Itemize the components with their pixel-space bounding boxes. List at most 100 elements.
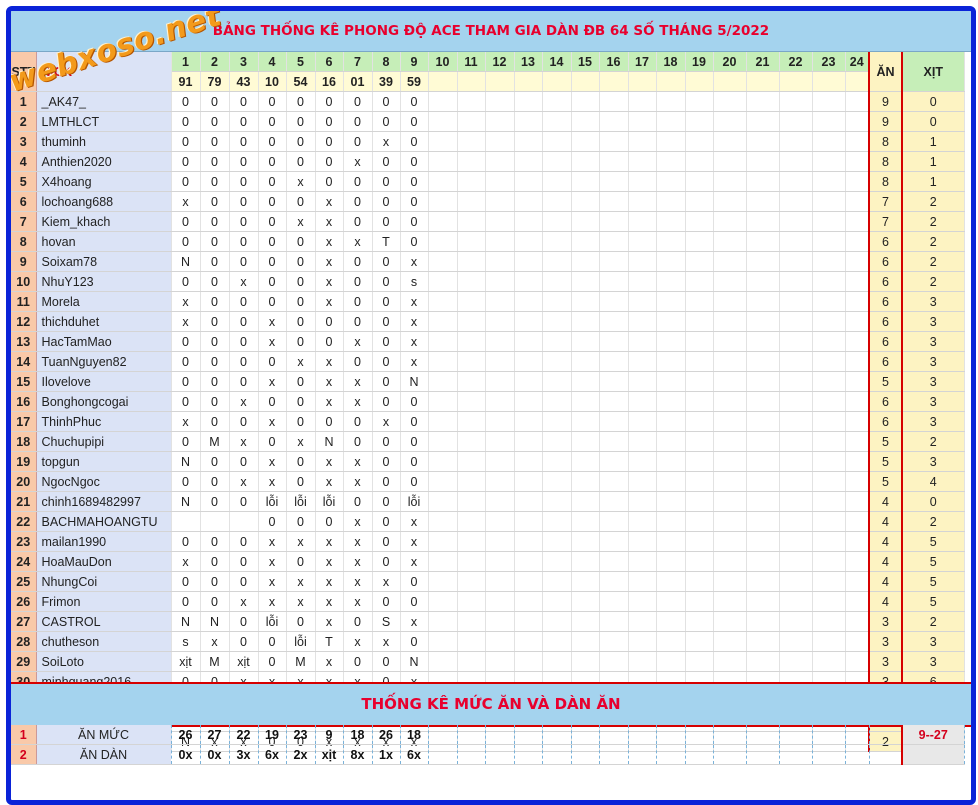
day-cell [746,151,780,172]
day-cell [514,451,543,472]
row-xit: 3 [901,391,965,412]
day-cell [713,491,747,512]
day-cell: 0 [200,111,230,132]
day-cell: 0 [286,331,316,352]
day-cell [656,231,686,252]
day-cell: x [229,591,259,612]
day-cell [485,531,515,552]
day-cell: 0 [229,371,259,392]
day-cell [428,111,458,132]
day-cell: 0 [343,171,373,192]
day-cell: x [372,571,401,592]
day-cell: 0 [286,391,316,412]
day-cell: s [171,631,201,652]
day-cell: 0 [229,91,259,112]
day-cell [746,91,780,112]
day-cell [746,171,780,192]
summary-value: xịt [315,744,344,765]
day-cell [779,451,813,472]
row-xit: 2 [901,511,965,532]
summary-range: 9--27 [901,725,965,745]
day-cell: 0 [171,531,201,552]
day-cell: x [315,551,344,572]
day-cell [746,631,780,652]
row-nick: Anthien2020 [36,151,172,172]
row-nick: CASTROL [36,611,172,632]
day-cell [812,591,846,612]
row-xit: 4 [901,471,965,492]
day-header: 15 [571,52,600,72]
day-cell [542,171,572,192]
row-an: 5 [868,451,903,472]
row-nick: chinh1689482997 [36,491,172,512]
day-cell [685,571,714,592]
day-cell: 0 [171,231,201,252]
table-row: 12 thichduhet x 0 0 x 0 0 0 0 x 6 3 [11,311,965,332]
row-nick: topgun [36,451,172,472]
an-header: ĂN [868,52,903,92]
day-cell: x [372,411,401,432]
day-cell: x [315,571,344,592]
day-cell: x [258,531,287,552]
day-cell [514,571,543,592]
day-cell: 0 [229,311,259,332]
day-cell: x [315,531,344,552]
table-row: 11 Morela x 0 0 0 0 x 0 0 x 6 3 [11,291,965,312]
row-xit: 5 [901,531,965,552]
day-cell: 0 [343,111,373,132]
summary-row: 2 ĂN DÀN 0x 0x 3x 6x 2x xịt 8x 1x 6x [11,744,965,765]
day-cell [428,631,458,652]
day-cell [685,111,714,132]
summary-value: 27 [200,725,230,745]
result-number [457,71,486,92]
result-number [713,71,747,92]
day-cell [542,251,572,272]
result-number: 79 [200,71,230,92]
day-cell [457,511,486,532]
result-number [656,71,686,92]
day-cell [457,291,486,312]
day-cell: x [315,211,344,232]
row-stt: 2 [11,111,37,132]
day-cell [428,271,458,292]
day-cell [685,291,714,312]
day-cell: 0 [229,451,259,472]
day-cell: 0 [400,451,429,472]
day-cell: 0 [171,431,201,452]
summary-value [514,744,543,765]
day-cell [812,451,846,472]
day-cell [656,391,686,412]
day-cell [685,231,714,252]
day-cell: S [372,611,401,632]
day-cell: 0 [400,411,429,432]
summary-value [746,744,780,765]
day-cell: 0 [258,291,287,312]
day-cell: N [315,431,344,452]
day-cell: x [258,371,287,392]
day-cell: 0 [200,231,230,252]
day-cell [845,271,870,292]
day-cell [571,631,600,652]
day-cell: 0 [229,191,259,212]
day-cell: 0 [200,131,230,152]
day-cell [656,651,686,672]
day-cell [599,151,629,172]
day-cell [656,331,686,352]
day-header: 21 [746,52,780,72]
day-cell [812,131,846,152]
row-xit: 3 [901,331,965,352]
day-cell [457,471,486,492]
day-header: 6 [315,52,344,72]
day-cell [746,391,780,412]
summary-value [779,725,813,745]
day-cell [628,131,657,152]
day-cell [514,231,543,252]
day-cell [599,451,629,472]
day-cell [713,271,747,292]
day-cell: 0 [343,131,373,152]
day-cell [628,271,657,292]
day-cell: 0 [286,511,316,532]
day-cell [713,311,747,332]
day-cell [571,471,600,492]
result-number: 16 [315,71,344,92]
